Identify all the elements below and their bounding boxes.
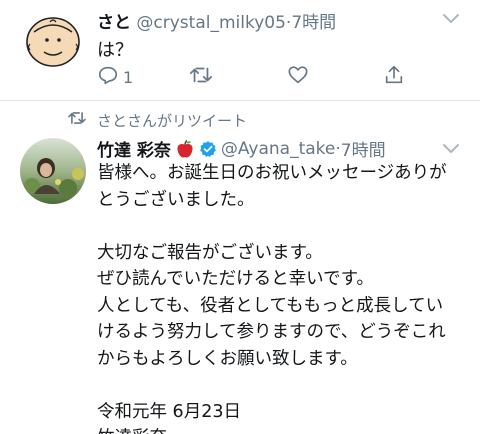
- tweet-header: 竹達 彩奈 @Ayana_take · 7時間: [97, 136, 386, 162]
- retweet-icon: [189, 64, 213, 90]
- tweet-line: けるよう努力して参りますので、どうぞこれ: [97, 322, 446, 342]
- chevron-down-icon[interactable]: [442, 10, 460, 29]
- retweet-button[interactable]: [189, 64, 217, 90]
- tweet-line: 皆様へ。お誕生日のお祝いメッセージありが: [97, 163, 447, 183]
- tweet-text: 皆様へ。お誕生日のお祝いメッセージありが とうございました。 大切なご報告がござ…: [97, 160, 467, 434]
- verified-icon: [199, 140, 217, 158]
- avatar[interactable]: [22, 12, 84, 74]
- tweet-card[interactable]: さと @crystal_milky05·7時間 は？ 1: [0, 0, 480, 100]
- tweet-line: からもよろしくお願い致します。: [97, 348, 358, 369]
- tweet-line: 人としても、役者としてももっと成長してい: [97, 295, 444, 316]
- retweet-banner[interactable]: さとさんがリツイート: [67, 110, 247, 130]
- share-button[interactable]: [383, 64, 405, 90]
- tweet-time[interactable]: 7時間: [291, 13, 336, 33]
- share-icon: [383, 64, 405, 90]
- divider: [0, 100, 480, 101]
- retweet-icon: [67, 110, 87, 130]
- author-handle[interactable]: @Ayana_take: [221, 139, 335, 159]
- reply-icon: [97, 64, 119, 90]
- like-button[interactable]: [287, 64, 313, 90]
- apple-emoji: [175, 139, 195, 159]
- tweet-time[interactable]: 7時間: [341, 136, 386, 161]
- tweet-line: 大切なご報告がございます。: [97, 242, 323, 263]
- author-name[interactable]: 竹達 彩奈: [97, 136, 171, 161]
- chevron-down-icon[interactable]: [442, 140, 460, 159]
- tweet-line: 令和元年 6月23日: [97, 401, 241, 422]
- reply-count: 1: [123, 67, 134, 87]
- tweet-line: とうございました。: [97, 189, 255, 210]
- avatar[interactable]: [20, 138, 86, 204]
- tweet-header: さと @crystal_milky05·7時間: [97, 8, 336, 33]
- like-icon: [287, 64, 309, 90]
- tweet-text: は？: [97, 40, 133, 61]
- reply-button[interactable]: 1: [97, 64, 133, 90]
- retweet-banner-text: さとさんがリツイート: [97, 111, 248, 130]
- tweet-line: 竹達彩奈: [97, 425, 467, 434]
- author-name[interactable]: さと: [97, 13, 131, 33]
- tweet-actions: 1: [97, 64, 427, 90]
- tweet-line: ぜひ読んでいただけると幸いです。: [97, 269, 374, 289]
- author-handle[interactable]: @crystal_milky05: [136, 13, 286, 33]
